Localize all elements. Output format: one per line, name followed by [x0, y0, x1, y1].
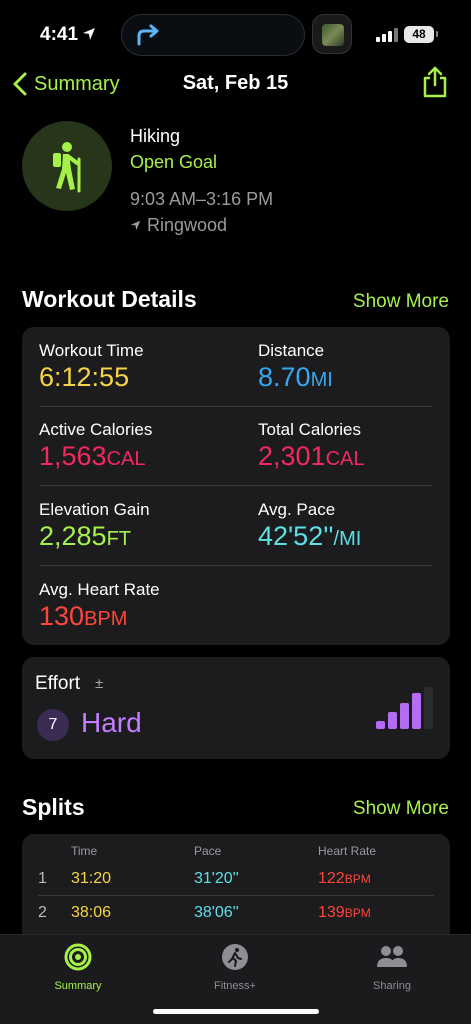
- splits-header-time: Time: [71, 844, 98, 858]
- back-button[interactable]: Summary: [12, 70, 120, 98]
- effort-value: Hard: [81, 707, 142, 738]
- running-figure-icon: [222, 944, 248, 970]
- battery-indicator: 48: [404, 26, 438, 43]
- divider: [39, 565, 433, 566]
- dynamic-island[interactable]: [121, 14, 305, 56]
- hiking-figure-icon: [53, 142, 81, 193]
- workout-goal: Open Goal: [130, 152, 218, 172]
- metric-label: Active Calories: [39, 420, 153, 439]
- turn-right-arrow-icon: [137, 24, 159, 46]
- split-number: 1: [38, 870, 47, 887]
- metric-label: Total Calories: [258, 420, 361, 439]
- effort-score-badge: 7: [37, 709, 69, 741]
- metric-label: Workout Time: [39, 341, 144, 360]
- total-calories-metric: Total Calories 2,301CAL: [258, 420, 364, 472]
- tab-label: Summary: [54, 980, 102, 992]
- split-pace: 38'06'': [194, 904, 239, 921]
- distance-metric: Distance 8.70MI: [258, 341, 333, 393]
- split-heart-rate: 139BPM: [318, 904, 371, 921]
- metric-value: 8.70MI: [258, 362, 333, 392]
- status-time: 4:41: [40, 24, 79, 45]
- workout-time-metric: Workout Time 6:12:55: [39, 341, 144, 393]
- split-heart-rate: 122BPM: [318, 870, 371, 887]
- split-time: 31:20: [71, 870, 112, 887]
- workout-details-title: Workout Details: [22, 286, 197, 312]
- metric-value: 1,563CAL: [39, 441, 146, 471]
- metric-label: Distance: [258, 341, 325, 360]
- workout-type-badge: [22, 121, 112, 211]
- metric-value: 2,301CAL: [258, 441, 365, 471]
- tab-summary[interactable]: Summary: [18, 943, 138, 992]
- metric-value: 6:12:55: [39, 362, 130, 392]
- workout-location[interactable]: Ringwood: [130, 215, 227, 236]
- effort-bar: [400, 703, 409, 729]
- active-calories-metric: Active Calories 1,563CAL: [39, 420, 152, 472]
- metric-label: Avg. Heart Rate: [39, 580, 160, 599]
- splits-header-pace: Pace: [194, 844, 222, 858]
- split-time: 38:06: [71, 904, 112, 921]
- tab-sharing[interactable]: Sharing: [332, 943, 452, 992]
- activity-rings-icon: [64, 943, 92, 971]
- people-icon: [377, 946, 407, 967]
- split-row[interactable]: 2 38:06 38'06'' 139BPM: [22, 896, 450, 930]
- live-activity-thumbnail[interactable]: [312, 14, 352, 54]
- avg-pace-metric: Avg. Pace 42'52''/MI: [258, 500, 361, 552]
- tab-label: Sharing: [373, 980, 411, 992]
- tab-label: Fitness+: [214, 980, 256, 992]
- avg-heart-rate-metric: Avg. Heart Rate 130BPM: [39, 580, 160, 632]
- effort-card[interactable]: Effort ± 7 Hard: [22, 657, 450, 759]
- location-label: Ringwood: [147, 215, 228, 235]
- effort-label: Effort: [35, 673, 81, 694]
- workout-time-range: 9:03 AM–3:16 PM: [130, 189, 274, 209]
- back-label: Summary: [34, 72, 120, 95]
- metric-value: 42'52''/MI: [258, 521, 362, 551]
- effort-bar: [412, 693, 421, 729]
- splits-title: Splits: [22, 794, 85, 820]
- splits-show-more-link[interactable]: Show More: [353, 798, 449, 820]
- tab-fitness-plus[interactable]: Fitness+: [175, 943, 295, 992]
- split-pace: 31'20'': [194, 870, 239, 887]
- effort-bar: [376, 721, 385, 729]
- metric-label: Avg. Pace: [258, 500, 336, 519]
- cellular-signal-icon: [376, 28, 398, 42]
- splits-card: Time Pace Heart Rate 1 31:20 31'20'' 122…: [22, 834, 450, 944]
- status-bar: 4:41 48: [0, 0, 471, 66]
- workout-type: Hiking: [130, 126, 181, 146]
- split-row[interactable]: 1 31:20 31'20'' 122BPM: [22, 862, 450, 896]
- location-arrow-icon: [83, 28, 95, 40]
- home-indicator[interactable]: [153, 1009, 319, 1014]
- location-arrow-icon: [130, 220, 141, 231]
- split-number: 2: [38, 904, 47, 921]
- workout-details-card: Workout Time 6:12:55 Distance 8.70MI Act…: [22, 327, 450, 645]
- chevron-left-icon: [13, 72, 27, 96]
- divider: [39, 485, 433, 486]
- effort-level-bars: [376, 687, 433, 729]
- elevation-gain-metric: Elevation Gain 2,285FT: [39, 500, 150, 552]
- effort-bar: [388, 712, 397, 729]
- metric-value: 2,285FT: [39, 521, 132, 551]
- share-icon[interactable]: [422, 66, 448, 98]
- details-show-more-link[interactable]: Show More: [353, 291, 449, 313]
- metric-label: Elevation Gain: [39, 500, 150, 519]
- effort-adjust-icon[interactable]: ±: [95, 675, 103, 692]
- splits-header-heart-rate: Heart Rate: [318, 844, 377, 858]
- metric-value: 130BPM: [39, 601, 128, 631]
- effort-bar: [424, 687, 433, 729]
- divider: [39, 406, 433, 407]
